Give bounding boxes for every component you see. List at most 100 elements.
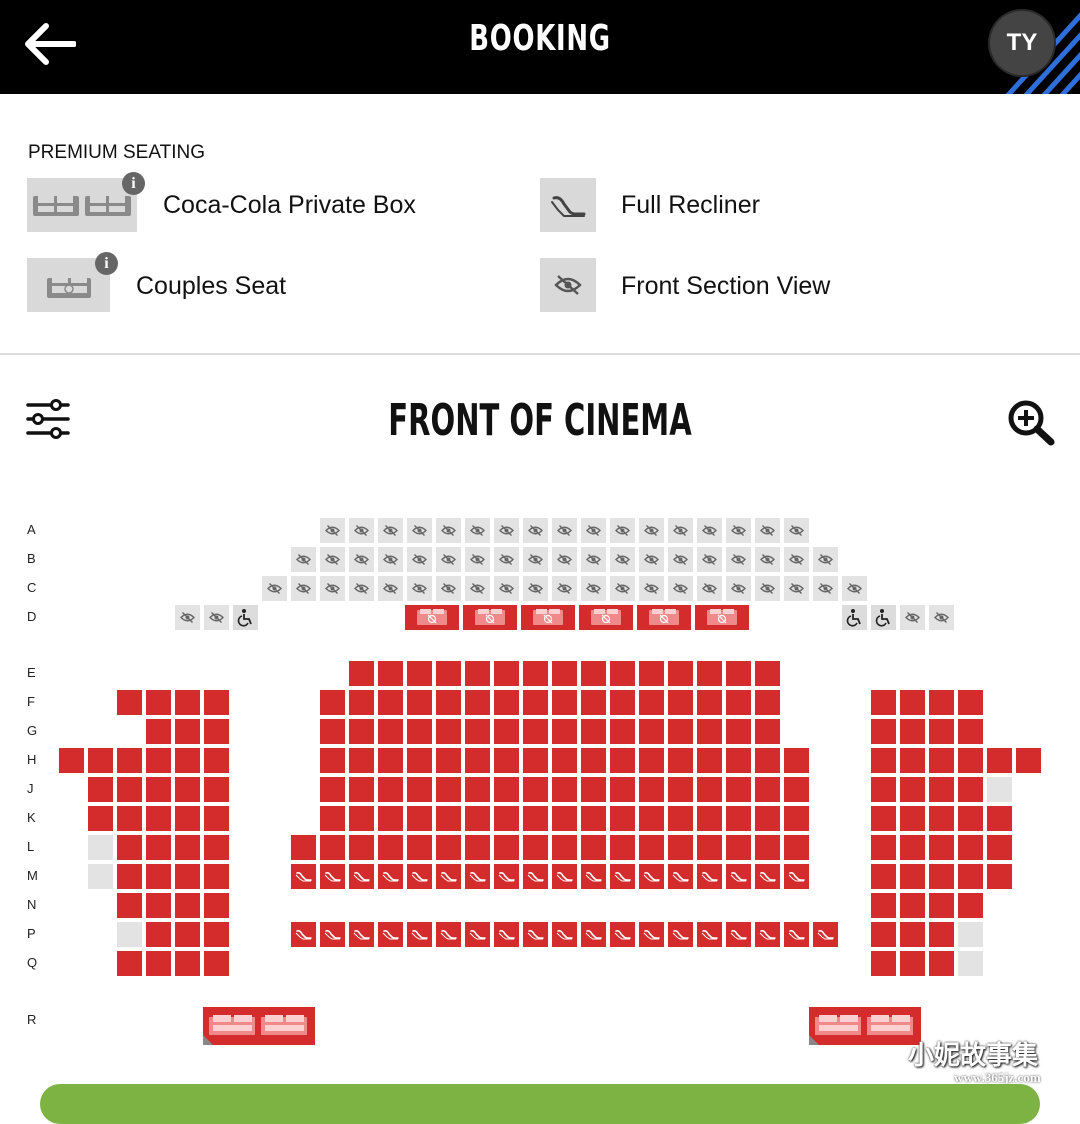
- seat-available[interactable]: [987, 835, 1012, 860]
- recliner-seat[interactable]: [697, 864, 722, 889]
- seat-available[interactable]: [349, 748, 374, 773]
- seat-available[interactable]: [204, 690, 229, 715]
- couples-seat[interactable]: [405, 605, 459, 630]
- user-avatar[interactable]: TY: [990, 11, 1054, 75]
- recliner-seat[interactable]: [349, 922, 374, 947]
- seat-available[interactable]: [146, 864, 171, 889]
- recliner-seat[interactable]: [436, 922, 461, 947]
- seat-available[interactable]: [407, 777, 432, 802]
- seat-available[interactable]: [581, 835, 606, 860]
- seat-available[interactable]: [146, 690, 171, 715]
- seat-available[interactable]: [610, 835, 635, 860]
- seat-available[interactable]: [175, 777, 200, 802]
- seat-available[interactable]: [320, 777, 345, 802]
- recliner-seat[interactable]: [697, 922, 722, 947]
- seat-available[interactable]: [581, 806, 606, 831]
- seat-available[interactable]: [378, 661, 403, 686]
- seat-available[interactable]: [755, 748, 780, 773]
- seat-available[interactable]: [755, 777, 780, 802]
- recliner-seat[interactable]: [494, 922, 519, 947]
- seat-available[interactable]: [436, 835, 461, 860]
- recliner-seat[interactable]: [726, 864, 751, 889]
- seat-available[interactable]: [146, 922, 171, 947]
- seat-available[interactable]: [668, 806, 693, 831]
- seat-available[interactable]: [581, 661, 606, 686]
- seat-available[interactable]: [610, 777, 635, 802]
- seat-available[interactable]: [610, 806, 635, 831]
- seat-available[interactable]: [146, 719, 171, 744]
- seat-available[interactable]: [929, 719, 954, 744]
- seat-available[interactable]: [639, 690, 664, 715]
- seat-available[interactable]: [1016, 748, 1041, 773]
- private-box[interactable]: [809, 1007, 921, 1045]
- seat-available[interactable]: [175, 893, 200, 918]
- seat-available[interactable]: [349, 719, 374, 744]
- seat-available[interactable]: [523, 690, 548, 715]
- seat-available[interactable]: [610, 661, 635, 686]
- seat-available[interactable]: [784, 835, 809, 860]
- recliner-seat[interactable]: [581, 864, 606, 889]
- recliner-seat[interactable]: [668, 864, 693, 889]
- seat-available[interactable]: [668, 690, 693, 715]
- seat-available[interactable]: [726, 690, 751, 715]
- seat-available[interactable]: [726, 719, 751, 744]
- seat-available[interactable]: [88, 806, 113, 831]
- seat-available[interactable]: [378, 806, 403, 831]
- seat-available[interactable]: [117, 690, 142, 715]
- seat-available[interactable]: [871, 690, 896, 715]
- seat-available[interactable]: [871, 748, 896, 773]
- seat-available[interactable]: [349, 777, 374, 802]
- recliner-seat[interactable]: [320, 864, 345, 889]
- seat-available[interactable]: [349, 661, 374, 686]
- seat-available[interactable]: [929, 922, 954, 947]
- recliner-seat[interactable]: [581, 922, 606, 947]
- seat-available[interactable]: [117, 835, 142, 860]
- seat-available[interactable]: [900, 922, 925, 947]
- seat-available[interactable]: [987, 748, 1012, 773]
- seat-available[interactable]: [900, 951, 925, 976]
- seat-available[interactable]: [929, 748, 954, 773]
- seat-available[interactable]: [175, 835, 200, 860]
- recliner-seat[interactable]: [813, 922, 838, 947]
- seat-available[interactable]: [407, 806, 432, 831]
- seat-available[interactable]: [175, 951, 200, 976]
- recliner-seat[interactable]: [668, 922, 693, 947]
- seat-available[interactable]: [610, 748, 635, 773]
- seat-available[interactable]: [146, 893, 171, 918]
- recliner-seat[interactable]: [378, 922, 403, 947]
- seat-available[interactable]: [871, 835, 896, 860]
- seat-available[interactable]: [465, 835, 490, 860]
- recliner-seat[interactable]: [349, 864, 374, 889]
- seat-available[interactable]: [494, 806, 519, 831]
- seat-available[interactable]: [320, 748, 345, 773]
- seat-available[interactable]: [755, 835, 780, 860]
- seat-available[interactable]: [320, 690, 345, 715]
- seat-available[interactable]: [175, 806, 200, 831]
- filter-sliders-icon[interactable]: [26, 398, 70, 440]
- seat-available[interactable]: [639, 777, 664, 802]
- seat-available[interactable]: [929, 806, 954, 831]
- seat-available[interactable]: [726, 748, 751, 773]
- seat-available[interactable]: [117, 864, 142, 889]
- seat-available[interactable]: [871, 922, 896, 947]
- seat-available[interactable]: [436, 748, 461, 773]
- seat-available[interactable]: [900, 864, 925, 889]
- seat-available[interactable]: [755, 690, 780, 715]
- seat-available[interactable]: [639, 835, 664, 860]
- seat-available[interactable]: [755, 806, 780, 831]
- seat-available[interactable]: [871, 864, 896, 889]
- seat-available[interactable]: [291, 835, 316, 860]
- recliner-seat[interactable]: [784, 922, 809, 947]
- seat-available[interactable]: [436, 719, 461, 744]
- recliner-seat[interactable]: [291, 864, 316, 889]
- recliner-seat[interactable]: [784, 864, 809, 889]
- seat-available[interactable]: [523, 806, 548, 831]
- recliner-seat[interactable]: [639, 864, 664, 889]
- seat-available[interactable]: [494, 661, 519, 686]
- seat-available[interactable]: [958, 893, 983, 918]
- private-box-info-icon[interactable]: i: [122, 172, 145, 195]
- seat-available[interactable]: [378, 719, 403, 744]
- seat-available[interactable]: [407, 690, 432, 715]
- seat-available[interactable]: [494, 777, 519, 802]
- seat-available[interactable]: [697, 777, 722, 802]
